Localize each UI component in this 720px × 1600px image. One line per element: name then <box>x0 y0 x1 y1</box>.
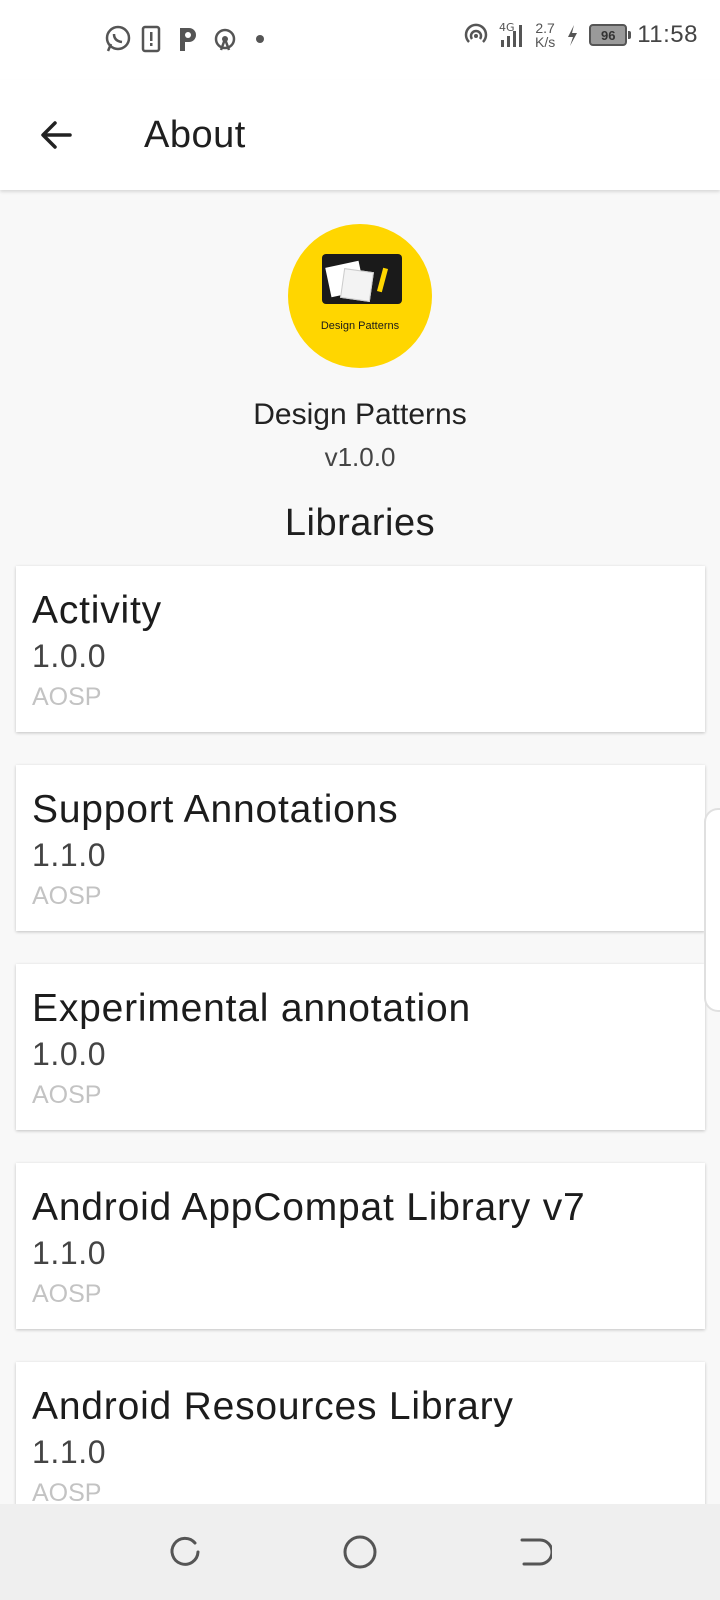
status-left-icons <box>104 24 264 54</box>
library-version: 1.1.0 <box>32 1434 107 1470</box>
whatsapp-icon <box>104 24 131 54</box>
p-app-icon <box>176 24 202 54</box>
library-name: Activity <box>32 589 162 632</box>
libraries-list: Activity 1.0.0 AOSP Support Annotations … <box>16 566 705 1504</box>
library-version: 1.0.0 <box>32 638 107 674</box>
library-name: Experimental annotation <box>32 987 472 1030</box>
screen: 4G 2.7 K/s 96 11:58 About Design Pattern… <box>0 0 720 1600</box>
library-card-experimental-annotation[interactable]: Experimental annotation 1.0.0 AOSP <box>16 964 705 1130</box>
library-license: AOSP <box>32 1479 102 1504</box>
library-name: Android AppCompat Library v7 <box>32 1186 586 1229</box>
battery-level: 96 <box>600 27 616 43</box>
svg-text:4G: 4G <box>499 21 515 34</box>
status-bar: 4G 2.7 K/s 96 11:58 <box>0 0 720 80</box>
library-card-support-annotations[interactable]: Support Annotations 1.1.0 AOSP <box>16 765 705 931</box>
battery-icon: 96 <box>589 24 632 46</box>
logo-text: Design Patterns <box>320 320 400 332</box>
home-button[interactable] <box>338 1530 382 1574</box>
library-version: 1.1.0 <box>32 837 107 873</box>
recent-apps-button[interactable] <box>163 1530 207 1574</box>
back-button[interactable] <box>34 113 78 157</box>
edge-panel-handle[interactable] <box>704 808 720 1012</box>
library-version: 1.1.0 <box>32 1235 107 1271</box>
network-speed: 2.7 K/s <box>535 21 555 49</box>
system-nav-bar <box>0 1504 720 1600</box>
hotspot-icon <box>212 24 238 54</box>
app-logo: Design Patterns <box>288 224 432 368</box>
library-license: AOSP <box>32 1280 102 1308</box>
app-name: Design Patterns <box>253 398 467 431</box>
status-right-icons: 4G 2.7 K/s 96 11:58 <box>463 20 698 50</box>
4g-signal-icon: 4G <box>499 20 525 50</box>
network-speed-value: 2.7 <box>535 20 555 36</box>
library-license: AOSP <box>32 1081 102 1109</box>
home-icon <box>343 1535 377 1569</box>
library-license: AOSP <box>32 683 102 711</box>
back-icon <box>520 1538 552 1566</box>
library-name: Android Resources Library <box>32 1385 514 1428</box>
arrow-back-icon <box>41 121 72 149</box>
more-dot-icon <box>256 35 264 43</box>
libraries-heading: Libraries <box>284 502 436 544</box>
about-content[interactable]: Design Patterns Design Patterns v1.0.0 L… <box>0 190 720 1504</box>
library-card-resources[interactable]: Android Resources Library 1.1.0 AOSP <box>16 1362 705 1504</box>
library-card-appcompat[interactable]: Android AppCompat Library v7 1.1.0 AOSP <box>16 1163 705 1329</box>
sim-alert-icon <box>140 24 166 54</box>
library-card-activity[interactable]: Activity 1.0.0 AOSP <box>16 566 705 732</box>
app-bar: About <box>0 80 720 190</box>
back-nav-button[interactable] <box>512 1530 556 1574</box>
network-speed-unit: K/s <box>534 34 556 50</box>
hotspot-icon <box>463 20 489 50</box>
library-license: AOSP <box>32 882 102 910</box>
charging-icon <box>565 20 579 50</box>
recent-apps-icon <box>170 1536 200 1566</box>
logo-screen-graphic <box>322 254 402 304</box>
app-version: v1.0.0 <box>324 442 396 472</box>
page-title: About <box>144 114 246 156</box>
clock: 11:58 <box>637 21 698 48</box>
library-name: Support Annotations <box>32 788 399 831</box>
library-version: 1.0.0 <box>32 1036 107 1072</box>
